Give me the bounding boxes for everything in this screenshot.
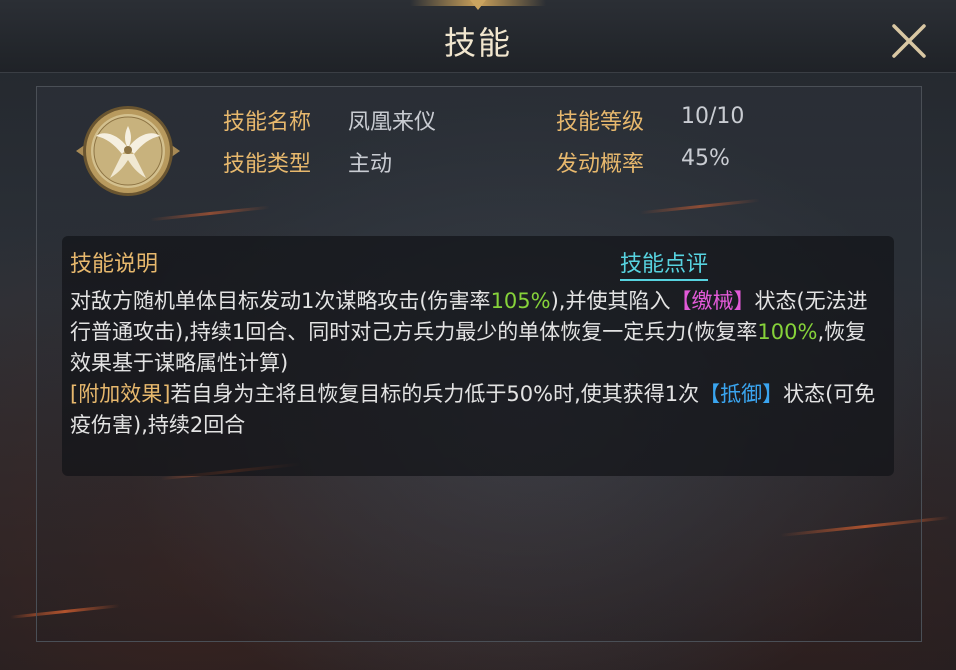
recovery-rate: 100%: [757, 320, 818, 344]
trigger-chance-label: 发动概率: [556, 152, 645, 177]
status-tag-disarm: 【缴械】: [670, 289, 755, 313]
title-bar: 技能: [0, 0, 956, 73]
description-segment: 对敌方随机单体目标发动1次谋略攻击(伤害率: [70, 289, 491, 313]
description-segment: 若自身为主将且恢复目标的兵力低于50%时,使其获得1次: [170, 382, 700, 406]
skill-type-value: 主动: [348, 152, 393, 177]
skill-name-value: 凤凰来仪: [348, 110, 437, 135]
description-text: 对敌方随机单体目标发动1次谋略攻击(伤害率105%),并使其陷入【缴械】状态(无…: [70, 286, 882, 441]
close-button[interactable]: [886, 18, 932, 64]
skill-icon: [74, 104, 182, 198]
skill-review-link[interactable]: 技能点评: [620, 246, 709, 281]
extra-effect-tag: [附加效果]: [70, 382, 171, 406]
skill-type-label: 技能类型: [223, 152, 312, 177]
skill-name-label: 技能名称: [223, 110, 312, 135]
phoenix-emblem-icon: [76, 106, 180, 196]
window-title: 技能: [443, 24, 512, 62]
description-title: 技能说明: [70, 252, 159, 277]
skill-level-value: 10/10: [681, 104, 745, 129]
trigger-chance-value: 45%: [681, 146, 730, 171]
status-tag-resist: 【抵御】: [699, 382, 784, 406]
damage-rate: 105%: [490, 289, 551, 313]
close-icon: [892, 24, 926, 58]
description-segment: ),并使其陷入: [550, 289, 671, 313]
skill-level-label: 技能等级: [556, 110, 645, 135]
